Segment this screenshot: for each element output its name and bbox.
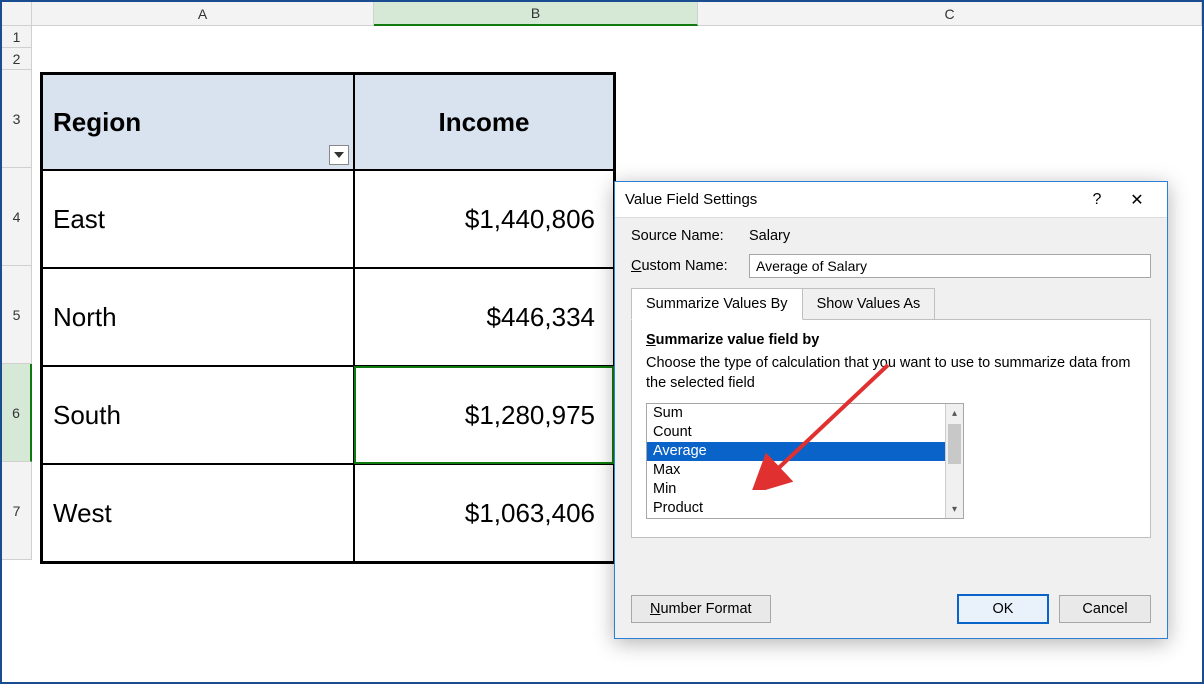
cancel-button[interactable]: Cancel [1059, 595, 1151, 623]
dialog-tabs: Summarize Values By Show Values As [631, 288, 1151, 320]
listbox-scrollbar[interactable]: ▴ ▾ [945, 404, 963, 518]
select-all-corner[interactable] [2, 2, 32, 26]
tab-show-values-as[interactable]: Show Values As [802, 288, 936, 320]
row-headers: 1 2 3 4 5 6 7 [2, 26, 32, 560]
row-header-2[interactable]: 2 [2, 48, 32, 70]
number-format-button[interactable]: Number Format [631, 595, 771, 623]
close-button[interactable]: ✕ [1117, 185, 1157, 215]
pivot-header-region[interactable]: Region [42, 74, 354, 170]
pivot-active-cell[interactable]: $1,280,975 [354, 366, 614, 464]
scroll-thumb[interactable] [948, 424, 961, 464]
pivot-cell[interactable]: $1,440,806 [354, 170, 614, 268]
source-name-value: Salary [749, 228, 790, 244]
column-headers: A B C [2, 2, 1202, 26]
row-header-4[interactable]: 4 [2, 168, 32, 266]
pivot-cell[interactable]: $1,063,406 [354, 464, 614, 562]
custom-name-input[interactable] [749, 254, 1151, 278]
summarize-description: Choose the type of calculation that you … [646, 354, 1136, 393]
list-item-max[interactable]: Max [647, 461, 945, 480]
summarize-heading: Summarize value field by [646, 332, 1136, 348]
custom-name-label: Custom Name: [631, 258, 749, 274]
value-field-settings-dialog: Value Field Settings ? ✕ Source Name: Sa… [614, 181, 1168, 639]
row-header-7[interactable]: 7 [2, 462, 32, 560]
pivot-cell[interactable]: West [42, 464, 354, 562]
close-icon: ✕ [1130, 190, 1143, 210]
filter-dropdown-icon[interactable] [329, 145, 349, 165]
pivot-table: Region Income East $1,440,806 North $446… [40, 72, 616, 564]
scroll-down-icon[interactable]: ▾ [946, 500, 963, 518]
calculation-listbox[interactable]: Sum Count Average Max Min Product ▴ ▾ [646, 403, 964, 519]
pivot-cell[interactable]: $446,334 [354, 268, 614, 366]
help-button[interactable]: ? [1077, 185, 1117, 215]
scroll-up-icon[interactable]: ▴ [946, 404, 963, 422]
col-header-B[interactable]: B [374, 2, 698, 26]
col-header-A[interactable]: A [32, 2, 374, 26]
pivot-cell[interactable]: North [42, 268, 354, 366]
list-item-average[interactable]: Average [647, 442, 945, 461]
source-name-label: Source Name: [631, 228, 749, 244]
list-item-product[interactable]: Product [647, 499, 945, 518]
dialog-titlebar[interactable]: Value Field Settings ? ✕ [615, 182, 1167, 218]
pivot-cell[interactable]: South [42, 366, 354, 464]
list-item-count[interactable]: Count [647, 423, 945, 442]
col-header-C[interactable]: C [698, 2, 1202, 26]
tab-panel-summarize: Summarize value field by Choose the type… [631, 319, 1151, 538]
dialog-title: Value Field Settings [625, 191, 1077, 208]
list-item-min[interactable]: Min [647, 480, 945, 499]
pivot-header-income[interactable]: Income [354, 74, 614, 170]
pivot-header-income-label: Income [438, 107, 529, 138]
tab-summarize-values-by[interactable]: Summarize Values By [631, 288, 803, 320]
row-header-6[interactable]: 6 [2, 364, 32, 462]
row-header-1[interactable]: 1 [2, 26, 32, 48]
pivot-cell[interactable]: East [42, 170, 354, 268]
row-header-3[interactable]: 3 [2, 70, 32, 168]
ok-button[interactable]: OK [957, 594, 1049, 624]
pivot-header-region-label: Region [53, 107, 141, 138]
list-item-sum[interactable]: Sum [647, 404, 945, 423]
row-header-5[interactable]: 5 [2, 266, 32, 364]
